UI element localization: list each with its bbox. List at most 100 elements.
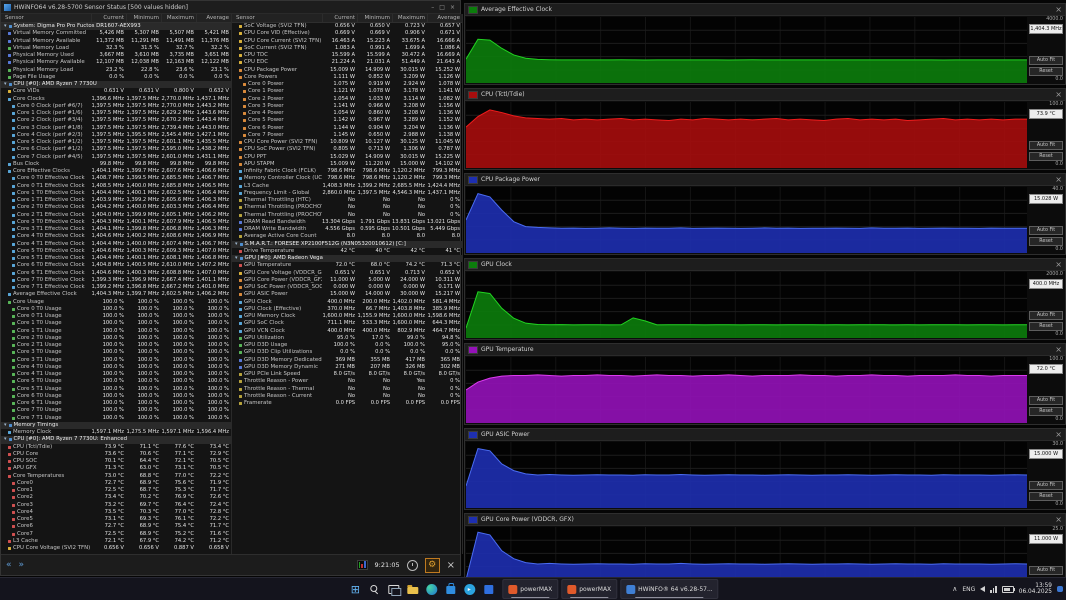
sensor-row[interactable]: Core772.5 °C68.9 °C75.2 °C71.6 °C <box>1 531 231 538</box>
sensor-row[interactable]: Core 5 T1 Usage100.0 %100.0 %100.0 %100.… <box>1 386 231 393</box>
sensor-row[interactable]: Core 2 Clock (perf #3/4)1,397.5 MHz1,397… <box>1 117 231 124</box>
column-header-average[interactable]: Average <box>196 14 231 22</box>
auto-fit-button[interactable]: Auto Fit <box>1029 226 1063 235</box>
sensor-row[interactable]: Core Powers1.111 W0.852 W3.209 W1.126 W <box>232 74 462 81</box>
graph-titlebar[interactable]: GPU Clock <box>465 259 1065 271</box>
sensor-row[interactable]: Core 7 T1 Effective Clock1,399.2 MHz1,39… <box>1 284 231 291</box>
sensor-row[interactable]: Core 4 Power1.054 W0.860 W3.208 W1.136 W <box>232 110 462 117</box>
sensor-row[interactable]: GPU Core Voltage (VDDCR_GFX)0.651 V0.651… <box>232 270 462 277</box>
sensor-row[interactable]: CPU (Tctl/Tdie)73.9 °C71.1 °C77.6 °C73.4… <box>1 444 231 451</box>
store-button[interactable] <box>442 581 458 597</box>
sensor-row[interactable]: Core 4 T1 Effective Clock1,404.4 MHz1,40… <box>1 241 231 248</box>
reset-button[interactable]: Reset <box>1029 322 1063 331</box>
sensor-row[interactable]: GPU Clock400.0 MHz200.0 MHz1,402.0 MHz58… <box>232 299 462 306</box>
sensor-row[interactable]: Core 1 T1 Usage100.0 %100.0 %100.0 %100.… <box>1 328 231 335</box>
sensor-row[interactable]: GPU D3D Memory Dedicated369 MB355 MB417 … <box>232 357 462 364</box>
sensor-row[interactable]: GPU D3D Memory Dynamic271 MB207 MB326 MB… <box>232 364 462 371</box>
taskbar-app-button[interactable]: powerMAX <box>561 579 617 599</box>
reset-button[interactable]: Reset <box>1029 67 1063 76</box>
sensor-row[interactable]: Thermal Throttling (PROCHOT CPU)NoNoNo0 … <box>232 204 462 211</box>
graph-titlebar[interactable]: CPU Package Power <box>465 174 1065 186</box>
sensor-row[interactable]: CPU SOC70.1 °C64.4 °C72.1 °C70.5 °C <box>1 458 231 465</box>
sensor-row[interactable]: Core 7 T0 Usage100.0 %100.0 %100.0 %100.… <box>1 407 231 414</box>
sensor-row[interactable]: Core 5 T1 Effective Clock1,404.4 MHz1,40… <box>1 255 231 262</box>
sensor-section[interactable]: ▾Memory Timings <box>1 422 231 429</box>
sensor-section[interactable]: ▾CPU [#0]: AMD Ryzen 7 7730U <box>1 81 231 88</box>
graph-titlebar[interactable]: GPU ASIC Power <box>465 429 1065 441</box>
sensor-row[interactable]: DRAM Write Bandwidth4.556 Gbps0.595 Gbps… <box>232 226 462 233</box>
sensor-row[interactable]: Bus Clock99.8 MHz99.8 MHz99.8 MHz99.8 MH… <box>1 161 231 168</box>
sensor-row[interactable]: GPU SoC Clock711.1 MHz533.3 MHz1,600.0 M… <box>232 320 462 327</box>
battery-icon[interactable] <box>1002 586 1014 593</box>
sensor-row[interactable]: Core 6 T0 Effective Clock1,404.8 MHz1,40… <box>1 262 231 269</box>
volume-icon[interactable] <box>980 586 985 592</box>
collapse-icon[interactable]: ▾ <box>4 81 7 88</box>
close-icon[interactable] <box>1055 514 1062 525</box>
sensor-row[interactable]: Core 1 T0 Usage100.0 %100.0 %100.0 %100.… <box>1 320 231 327</box>
sensor-row[interactable]: Core 0 T1 Usage100.0 %100.0 %100.0 %100.… <box>1 313 231 320</box>
sensor-row[interactable]: Core 3 T0 Usage100.0 %100.0 %100.0 %100.… <box>1 349 231 356</box>
start-button[interactable] <box>347 581 363 597</box>
sensor-row[interactable]: Thermal Throttling (HTC)NoNoNo0 % <box>232 197 462 204</box>
telegram-button[interactable] <box>461 581 477 597</box>
sensor-row[interactable]: CPU SoC Power (SVI2 TFN)0.805 W0.713 W1.… <box>232 146 462 153</box>
sensor-row[interactable]: Drive Temperature42 °C40 °C42 °C41 °C <box>232 248 462 255</box>
file-explorer-button[interactable] <box>404 581 420 597</box>
hidden-icons-chevron[interactable] <box>952 585 957 593</box>
sensor-row[interactable]: APU STAPM15.009 W11.220 W15.000 W14.102 … <box>232 161 462 168</box>
reset-button[interactable]: Reset <box>1029 492 1063 501</box>
sensor-row[interactable]: Physical Memory Used3,667 MB3,610 MB3,73… <box>1 52 231 59</box>
sensor-row[interactable]: Core 4 T1 Usage100.0 %100.0 %100.0 %100.… <box>1 371 231 378</box>
sensor-row[interactable]: Core 3 Power1.141 W0.966 W3.208 W1.156 W <box>232 103 462 110</box>
sensor-row[interactable]: L3 Cache72.1 °C67.9 °C74.2 °C71.2 °C <box>1 538 231 545</box>
sensor-row[interactable]: APU GFX71.3 °C63.0 °C73.1 °C70.5 °C <box>1 465 231 472</box>
sensor-row[interactable]: Core 6 T1 Effective Clock1,404.6 MHz1,40… <box>1 270 231 277</box>
sensor-row[interactable]: Core 2 Power1.054 W1.033 W3.114 W1.082 W <box>232 96 462 103</box>
sensor-row[interactable]: GPU Clock (Effective)370.0 MHz66.7 MHz1,… <box>232 306 462 313</box>
sensor-row[interactable]: Core 7 Power1.145 W0.650 W2.988 W1.138 W <box>232 132 462 139</box>
sensor-row[interactable]: GPU VCN Clock400.0 MHz400.0 MHz802.9 MHz… <box>232 328 462 335</box>
taskbar-app-button[interactable]: powerMAX <box>502 579 558 599</box>
sensor-section[interactable]: ▾S.M.A.R.T.: FORESEE XP2100F512G (N3N053… <box>232 241 462 248</box>
sensor-row[interactable]: Core 7 Clock (perf #4/5)1,397.5 MHz1,397… <box>1 154 231 161</box>
sensor-row[interactable]: Core273.4 °C70.2 °C76.9 °C72.6 °C <box>1 494 231 501</box>
auto-fit-button[interactable]: Auto Fit <box>1029 311 1063 320</box>
column-header-minimum[interactable]: Minimum <box>357 14 392 22</box>
sensor-row[interactable]: Core 1 Power1.121 W1.078 W3.178 W1.141 W <box>232 88 462 95</box>
sensor-row[interactable]: Core 4 T0 Usage100.0 %100.0 %100.0 %100.… <box>1 364 231 371</box>
sensor-row[interactable]: Core573.1 °C69.3 °C76.1 °C72.2 °C <box>1 516 231 523</box>
sensor-row[interactable]: Core 2 T1 Usage100.0 %100.0 %100.0 %100.… <box>1 342 231 349</box>
window-titlebar[interactable]: HWiNFO64 v6.28-5700 Sensor Status [500 v… <box>1 1 460 14</box>
sensor-row[interactable]: Core 3 T1 Usage100.0 %100.0 %100.0 %100.… <box>1 357 231 364</box>
column-header-sensor[interactable]: Sensor <box>1 14 91 22</box>
sensor-row[interactable]: CPU EDC21.224 A21.031 A51.449 A21.643 A <box>232 59 462 66</box>
close-icon[interactable] <box>1055 259 1062 270</box>
sensor-row[interactable]: Core 1 T0 Effective Clock1,404.4 MHz1,40… <box>1 190 231 197</box>
sensor-row[interactable]: CPU Package Power15.009 W14.909 W30.015 … <box>232 67 462 74</box>
pinned-app-button[interactable] <box>480 581 496 597</box>
sensor-row[interactable]: GPU SoC Power (VDDCR_SOC)0.000 W0.000 W0… <box>232 284 462 291</box>
collapse-icon[interactable]: ▾ <box>4 23 7 30</box>
sensor-row[interactable]: Core 6 T1 Usage100.0 %100.0 %100.0 %100.… <box>1 400 231 407</box>
sensor-row[interactable]: Core Clocks1,396.6 MHz1,397.5 MHz2,770.0… <box>1 96 231 103</box>
maximize-icon[interactable] <box>439 4 445 11</box>
column-header-average[interactable]: Average <box>427 14 462 22</box>
column-header-minimum[interactable]: Minimum <box>126 14 161 22</box>
collapse-icon[interactable]: ▾ <box>235 255 238 262</box>
sensor-row[interactable]: Infinity Fabric Clock (FCLK)798.6 MHz798… <box>232 168 462 175</box>
sensor-row[interactable]: GPU D3D Clip Utilizations0.0 %0.0 %0.0 %… <box>232 349 462 356</box>
sensor-row[interactable]: Core 1 Clock (perf #1/6)1,397.5 MHz1,397… <box>1 110 231 117</box>
sensor-row[interactable]: Core 5 Power1.142 W0.967 W3.289 W1.152 W <box>232 117 462 124</box>
graph-titlebar[interactable]: GPU Core Power (VDDCR, GFX) <box>465 514 1065 526</box>
sensor-row[interactable]: Memory Clock1,597.1 MHz1,275.5 MHz1,597.… <box>1 429 231 436</box>
graph-titlebar[interactable]: CPU (Tctl/Tdie) <box>465 89 1065 101</box>
sensor-row[interactable]: Throttle Reason - ThermalNoNoNo0 % <box>232 386 462 393</box>
sensor-row[interactable]: GPU Utilization95.0 %17.0 %99.0 %94.8 % <box>232 335 462 342</box>
column-header-maximum[interactable]: Maximum <box>161 14 196 22</box>
reset-button[interactable]: Reset <box>1029 152 1063 161</box>
sensor-row[interactable]: Core 2 T0 Effective Clock1,404.2 MHz1,40… <box>1 204 231 211</box>
reset-button[interactable]: Reset <box>1029 407 1063 416</box>
sensor-row[interactable]: Frequency Limit - Global2,860.0 MHz1,397… <box>232 190 462 197</box>
sensor-row[interactable]: Throttle Reason - CurrentNoNoNo0 % <box>232 393 462 400</box>
sensor-row[interactable]: Core 7 T0 Effective Clock1,399.3 MHz1,39… <box>1 277 231 284</box>
